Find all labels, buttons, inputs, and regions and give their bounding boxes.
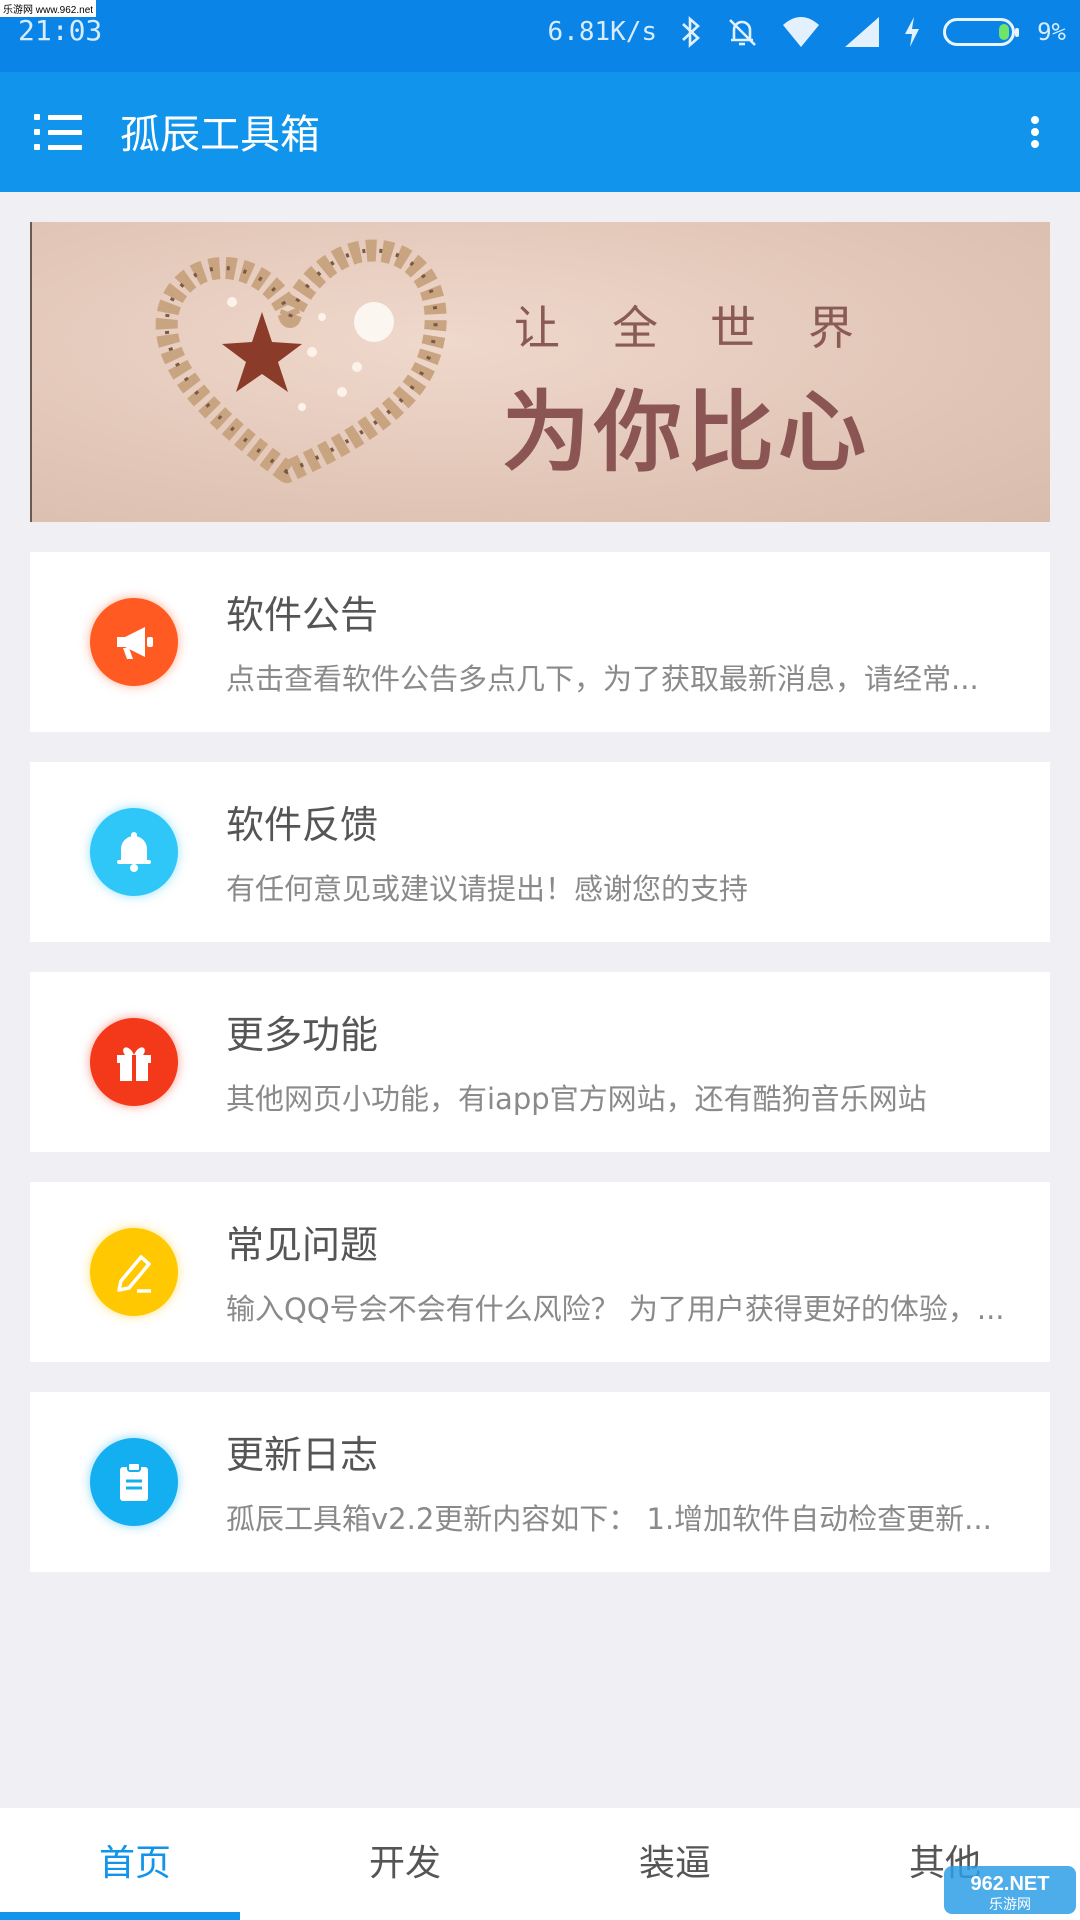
wifi-icon: [783, 17, 820, 47]
shell-heart-icon: [155, 239, 447, 483]
card-desc: 孤辰工具箱v2.2更新内容如下： 1.增加软件自动检查更新...: [226, 1502, 992, 1536]
pencil-icon: [90, 1228, 178, 1316]
corner-logo: 962.NET 乐游网: [944, 1866, 1076, 1914]
card-desc: 点击查看软件公告多点几下，为了获取最新消息，请经常...: [226, 662, 979, 696]
battery-icon: [943, 18, 1020, 46]
tab-home[interactable]: 首页: [0, 1808, 270, 1920]
battery-percent: 9%: [1037, 18, 1066, 46]
card-title: 常见问题: [226, 1223, 379, 1267]
menu-icon[interactable]: [34, 112, 82, 152]
banner-line2: 为你比心: [502, 381, 871, 484]
tab-develop[interactable]: 开发: [270, 1808, 540, 1920]
app-bar: 孤辰工具箱: [0, 72, 1080, 192]
megaphone-icon: [90, 598, 178, 686]
app-title: 孤辰工具箱: [120, 112, 320, 158]
charging-icon: [905, 17, 920, 47]
card-title: 软件公告: [226, 593, 379, 637]
bluetooth-icon: [682, 16, 701, 48]
card-more-features[interactable]: 更多功能 其他网页小功能，有iapp官方网站，还有酷狗音乐网站: [30, 972, 1050, 1152]
card-title: 更多功能: [226, 1013, 379, 1057]
status-time: 21:03: [18, 14, 103, 47]
card-feedback[interactable]: 软件反馈 有任何意见或建议请提出！感谢您的支持: [30, 762, 1050, 942]
card-desc: 有任何意见或建议请提出！感谢您的支持: [226, 872, 749, 906]
network-speed: 6.81K/s: [547, 17, 658, 47]
banner-line1: 让全世界: [514, 301, 906, 355]
active-tab-indicator: [0, 1912, 240, 1920]
card-changelog[interactable]: 更新日志 孤辰工具箱v2.2更新内容如下： 1.增加软件自动检查更新...: [30, 1392, 1050, 1572]
gift-icon: [90, 1018, 178, 1106]
svg-text:962.NET: 962.NET: [971, 1873, 1050, 1895]
card-title: 更新日志: [226, 1433, 379, 1477]
clipboard-icon: [90, 1438, 178, 1526]
bell-muted-icon: [729, 19, 757, 46]
svg-text:乐游网: 乐游网: [989, 1897, 1031, 1913]
card-announcement[interactable]: 软件公告 点击查看软件公告多点几下，为了获取最新消息，请经常...: [30, 552, 1050, 732]
banner-image[interactable]: 让全世界 为你比心: [30, 222, 1050, 522]
signal-icon: [845, 17, 880, 47]
card-desc: 其他网页小功能，有iapp官方网站，还有酷狗音乐网站: [226, 1082, 927, 1116]
card-faq[interactable]: 常见问题 输入QQ号会不会有什么风险？ 为了用户获得更好的体验，...: [30, 1182, 1050, 1362]
more-vert-icon[interactable]: [1020, 112, 1050, 152]
card-desc: 输入QQ号会不会有什么风险？ 为了用户获得更好的体验，...: [226, 1292, 1005, 1326]
bottom-nav: 首页 开发 装逼 其他 962.NET 乐游网: [0, 1808, 1080, 1920]
card-title: 软件反馈: [226, 803, 379, 847]
status-bar: 乐游网 www.962.net 21:03 6.81K/s 9%: [0, 0, 1080, 72]
tab-show-off[interactable]: 装逼: [540, 1808, 810, 1920]
bell-icon: [90, 808, 178, 896]
